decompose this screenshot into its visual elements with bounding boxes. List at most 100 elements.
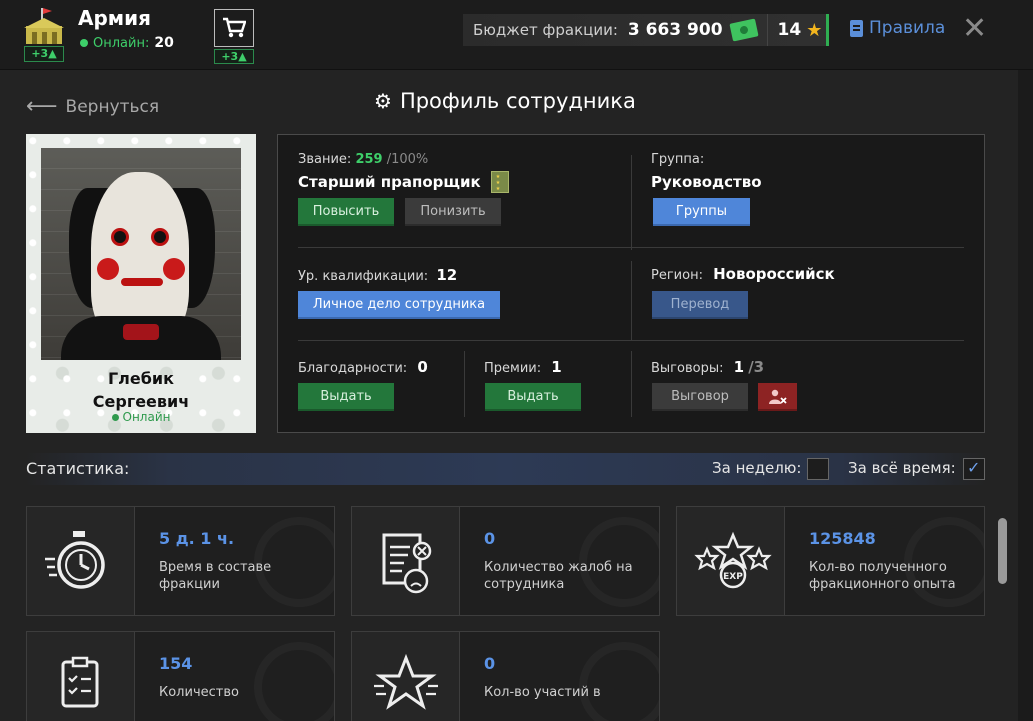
stat-icon-box: EXP: [677, 507, 785, 615]
region-label: Регион:: [651, 268, 703, 283]
rank-points: 259: [355, 152, 383, 167]
stat-icon-box: [27, 632, 135, 721]
divider: [631, 155, 632, 250]
rank-name: Старший прапорщик: [298, 173, 481, 191]
reprimand-label: Выговоры:: [651, 361, 724, 376]
region-row: Регион: Новороссийск: [651, 265, 835, 283]
thanks-value: 0: [417, 358, 428, 376]
budget-divider: [766, 14, 768, 46]
groups-button[interactable]: Группы: [653, 198, 750, 226]
stat-icon-box: [352, 632, 460, 721]
stat-value-complaints: 0: [484, 529, 496, 548]
thanks-row: Благодарности: 0: [298, 358, 428, 376]
complaint-document-icon: [382, 533, 432, 594]
faction-name: Армия: [78, 6, 151, 30]
week-filter-label: За неделю:: [712, 459, 802, 477]
reprimand-max: /3: [748, 358, 765, 376]
online-indicator: Онлайн: 20: [80, 35, 174, 51]
rules-label: Правила: [869, 18, 946, 38]
stat-icon-box: [352, 507, 460, 615]
arrow-left-icon: ⟵: [26, 94, 58, 119]
shop-cart-button[interactable]: [214, 9, 254, 47]
divider: [298, 340, 964, 341]
employee-status: Онлайн: [26, 410, 256, 424]
scrollbar-thumb[interactable]: [998, 518, 1007, 584]
stat-value-experience: 125848: [809, 529, 876, 548]
employee-avatar: [41, 148, 241, 360]
employee-first-name: Глебик: [107, 369, 174, 388]
exp-stars-icon: EXP: [694, 531, 772, 589]
online-dot-icon: [80, 39, 88, 47]
rules-link[interactable]: Правила: [850, 18, 945, 38]
bonus-value: 1: [551, 358, 562, 376]
close-icon[interactable]: ✕: [962, 14, 987, 44]
cart-badge: +3▲: [214, 49, 254, 64]
divider: [631, 351, 632, 417]
star-rating-icon: [374, 653, 438, 710]
week-filter-checkbox[interactable]: [807, 458, 829, 480]
stat-value-time: 5 д. 1 ч.: [159, 529, 235, 548]
stat-card-events: 0 Кол-во участий в: [351, 631, 660, 721]
page-title: ⚙ Профиль сотрудника: [374, 89, 636, 113]
rank-insignia-icon: [491, 171, 509, 193]
window-edge: [1018, 70, 1033, 721]
stat-card-time: 5 д. 1 ч. Время в составе фракции: [26, 506, 335, 616]
thanks-label: Благодарности:: [298, 361, 408, 376]
rank-label: Звание:: [298, 152, 352, 167]
transfer-button[interactable]: Перевод: [652, 291, 748, 319]
budget-label: Бюджет фракции:: [473, 21, 618, 39]
page-title-text: Профиль сотрудника: [399, 89, 636, 113]
employee-status-text: Онлайн: [122, 410, 171, 424]
reprimand-value: 1: [733, 358, 745, 376]
back-button[interactable]: ⟵ Вернуться: [26, 94, 159, 119]
statistics-bar: Статистика: За неделю: За всё время:: [26, 453, 985, 485]
give-bonus-button[interactable]: Выдать: [485, 383, 581, 411]
svg-text:EXP: EXP: [723, 572, 743, 582]
stat-value-events: 0: [484, 654, 496, 673]
budget-value: 3 663 900: [627, 20, 723, 40]
region-value: Новороссийск: [713, 265, 835, 283]
demote-button[interactable]: Понизить: [405, 198, 501, 226]
give-thanks-button[interactable]: Выдать: [298, 383, 394, 411]
divider: [631, 261, 632, 341]
qualification-value: 12: [436, 266, 458, 284]
online-label: Онлайн:: [93, 35, 150, 51]
stat-icon-box: [27, 507, 135, 615]
remove-reprimand-button[interactable]: [758, 383, 797, 411]
back-label: Вернуться: [65, 96, 160, 117]
qualification-row: Ур. квалификации: 12: [298, 266, 457, 284]
all-time-filter-checkbox[interactable]: [963, 458, 985, 480]
user-remove-icon: [768, 389, 787, 404]
reprimand-row: Выговоры: 1 /3: [651, 358, 764, 376]
reprimand-button[interactable]: Выговор: [652, 383, 748, 411]
bonus-row: Премии: 1: [484, 358, 562, 376]
employee-name: Глебик Сергеевич: [26, 367, 256, 413]
employee-info-panel: Звание: 259 /100% Старший прапорщик Повы…: [277, 134, 985, 433]
stat-card-complaints: 0 Количество жалоб на сотрудника: [351, 506, 660, 616]
personal-file-button[interactable]: Личное дело сотрудника: [298, 291, 500, 319]
employee-card: Глебик Сергеевич Онлайн: [26, 134, 256, 433]
bonus-label: Премии:: [484, 361, 542, 376]
stopwatch-icon: [45, 531, 105, 589]
top-bar: +3▲ Армия Онлайн: 20 +3▲ Бюджет фракции:…: [0, 0, 1033, 70]
promote-button[interactable]: Повысить: [298, 198, 394, 226]
stat-card-tasks: 154 Количество: [26, 631, 335, 721]
qualification-label: Ур. квалификации:: [298, 269, 429, 284]
faction-level-badge: +3▲: [24, 46, 64, 62]
group-label: Группа:: [651, 152, 705, 167]
stars-value: 14: [777, 20, 802, 40]
star-icon: ★: [806, 19, 823, 41]
cash-icon: [728, 18, 759, 42]
all-time-filter-label: За всё время:: [848, 459, 956, 477]
rank-row: Звание: 259 /100%: [298, 152, 428, 167]
cart-icon: [223, 17, 246, 38]
faction-budget: Бюджет фракции: 3 663 900 14 ★: [463, 14, 829, 46]
online-count: 20: [154, 35, 174, 51]
status-dot-icon: [111, 413, 119, 421]
stat-value-tasks: 154: [159, 654, 193, 673]
faction-emblem-icon: +3▲: [22, 6, 66, 62]
statistics-title: Статистика:: [26, 459, 130, 478]
divider: [464, 351, 465, 417]
rank-max: /100%: [386, 152, 429, 167]
divider: [298, 247, 964, 248]
